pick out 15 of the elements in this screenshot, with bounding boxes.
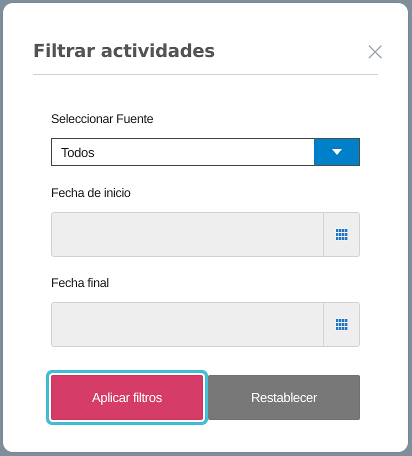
dialog-title: Filtrar actividades <box>33 41 215 62</box>
field-label: Seleccionar Fuente <box>51 112 154 127</box>
calendar-icon <box>336 319 348 330</box>
caret-icon <box>332 149 342 155</box>
field-label: Fecha de inicio <box>51 186 132 201</box>
calendar-icon <box>336 229 348 240</box>
date-field[interactable] <box>51 302 360 347</box>
close-button[interactable]: × <box>364 42 386 62</box>
reset-button[interactable]: Restablecer <box>208 375 360 420</box>
date-field[interactable] <box>51 212 360 257</box>
select-value: Todos <box>60 144 96 162</box>
source-select[interactable]: Todos <box>51 138 360 166</box>
apply-button[interactable]: Aplicar filtros <box>51 375 203 420</box>
field-label: Fecha final <box>51 276 110 291</box>
dropdown-button[interactable] <box>314 139 359 165</box>
